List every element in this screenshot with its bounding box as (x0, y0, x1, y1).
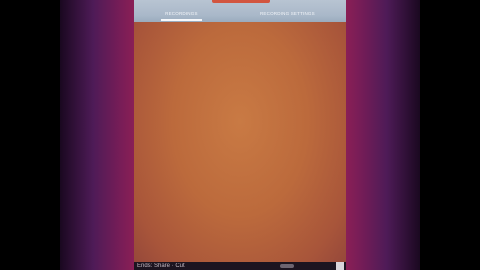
left-pillarbox (60, 0, 134, 270)
video-frame: RECORDINGS RECORDING SETTINGS Ends: Shar… (0, 0, 480, 270)
tab-bar: RECORDINGS RECORDING SETTINGS (134, 0, 346, 22)
right-pillarbox (346, 0, 420, 270)
bottom-caption-text: Ends: Share · Cut (137, 263, 185, 269)
tab-recording-settings[interactable]: RECORDING SETTINGS (256, 11, 319, 22)
bottom-caption-strip: Ends: Share · Cut (134, 262, 346, 270)
bottom-pill-control[interactable] (280, 264, 294, 268)
top-accent-indicator (212, 0, 270, 3)
phone-screen: RECORDINGS RECORDING SETTINGS (134, 0, 346, 270)
tab-recordings[interactable]: RECORDINGS (161, 11, 202, 22)
bottom-square-control[interactable] (336, 262, 344, 270)
